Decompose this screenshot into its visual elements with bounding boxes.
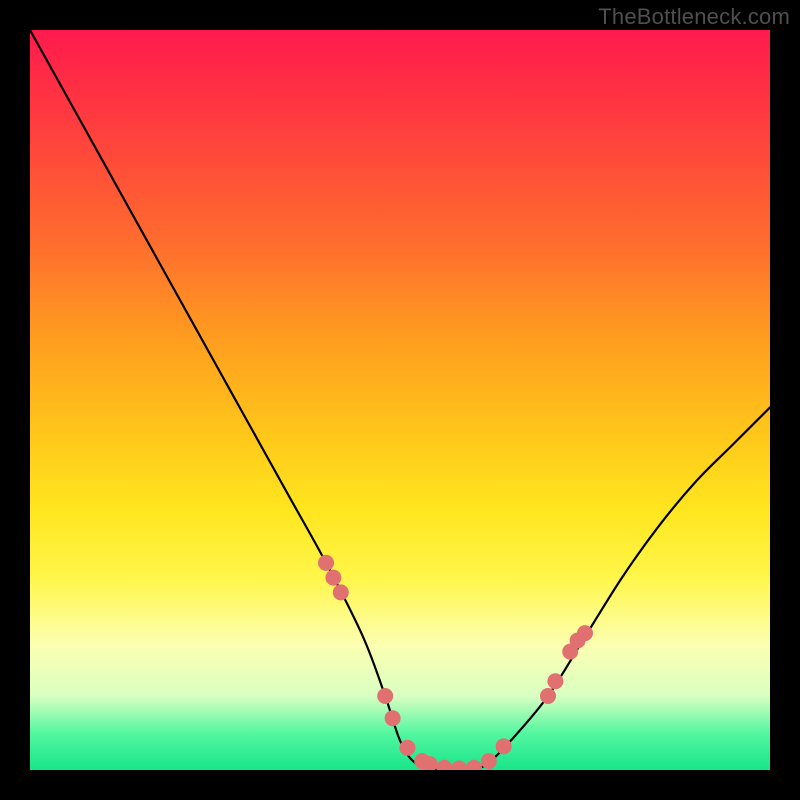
marker-point xyxy=(325,570,341,586)
marker-point xyxy=(481,753,497,769)
marker-group xyxy=(318,555,593,770)
marker-point xyxy=(540,688,556,704)
plot-area xyxy=(30,30,770,770)
marker-point xyxy=(333,584,349,600)
marker-point xyxy=(385,710,401,726)
marker-point xyxy=(399,740,415,756)
marker-point xyxy=(451,761,467,770)
watermark-label: TheBottleneck.com xyxy=(598,4,790,30)
marker-point xyxy=(318,555,334,571)
marker-point xyxy=(577,625,593,641)
outer-frame: TheBottleneck.com xyxy=(0,0,800,800)
bottleneck-curve xyxy=(30,30,770,770)
marker-point xyxy=(436,760,452,770)
marker-point xyxy=(377,688,393,704)
marker-point xyxy=(466,760,482,770)
chart-svg xyxy=(30,30,770,770)
marker-point xyxy=(547,673,563,689)
marker-point xyxy=(496,738,512,754)
